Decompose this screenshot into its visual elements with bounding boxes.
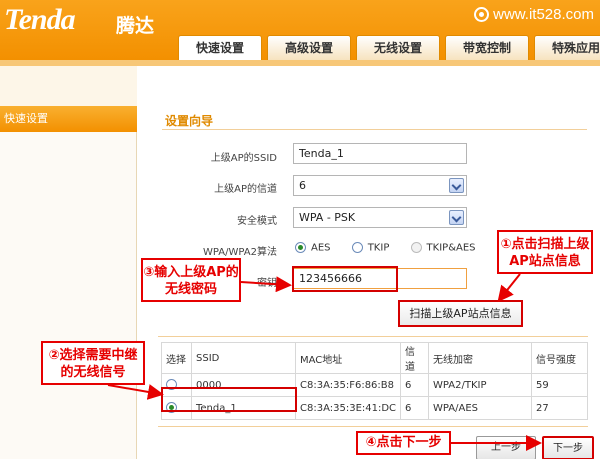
radio-icon[interactable] bbox=[351, 242, 363, 253]
col-encryption: 无线加密 bbox=[428, 342, 533, 374]
section-divider bbox=[162, 129, 587, 130]
row-signal: 27 bbox=[531, 396, 588, 420]
row-mac: C8:3A:35:F6:86:B8 bbox=[294, 373, 402, 397]
col-signal: 信号强度 bbox=[531, 342, 588, 374]
tab-bandwidth[interactable]: 带宽控制 bbox=[445, 35, 529, 60]
section-title: 设置向导 bbox=[165, 114, 214, 128]
annotation-next: ④点击下一步 bbox=[356, 431, 451, 455]
tab-advanced[interactable]: 高级设置 bbox=[267, 35, 351, 60]
row-signal: 59 bbox=[531, 373, 588, 397]
chevron-down-icon bbox=[449, 210, 464, 225]
scan-ap-button[interactable]: 扫描上级AP站点信息 bbox=[398, 300, 523, 327]
cipher-radio-group: AES TKIP TKIP&AES bbox=[295, 242, 494, 254]
row-channel: 6 bbox=[400, 373, 430, 397]
watermark-text: www.it528.com bbox=[493, 6, 594, 23]
cipher-option-tkip-aes[interactable]: TKIP&AES bbox=[410, 242, 476, 254]
watermark-icon bbox=[474, 7, 490, 22]
row-encryption: WPA2/TKIP bbox=[428, 373, 533, 397]
security-mode-value: WPA - PSK bbox=[299, 211, 356, 224]
channel-select-value: 6 bbox=[299, 179, 306, 192]
bottom-divider bbox=[158, 426, 588, 427]
col-mac: MAC地址 bbox=[294, 342, 402, 374]
tab-quick-setup[interactable]: 快速设置 bbox=[178, 35, 262, 60]
row-highlight-box bbox=[161, 387, 297, 412]
password-highlight-box bbox=[292, 266, 398, 292]
channel-label: 上级AP的信道 bbox=[214, 184, 277, 195]
annotation-select: ②选择需要中继的无线信号 bbox=[41, 341, 145, 385]
cipher-label: WPA/WPA2算法 bbox=[203, 247, 277, 258]
radio-disabled-icon[interactable] bbox=[410, 242, 422, 253]
header-bar: Tenda 腾达 www.it528.com 快速设置 高级设置 无线设置 带宽… bbox=[0, 0, 600, 60]
security-mode-label: 安全模式 bbox=[237, 216, 277, 227]
watermark: www.it528.com bbox=[474, 6, 594, 23]
col-ssid: SSID bbox=[191, 342, 296, 374]
ssid-input[interactable]: Tenda_1 bbox=[293, 143, 467, 164]
brand-logo: Tenda bbox=[4, 3, 76, 36]
table-divider bbox=[158, 336, 588, 337]
sidebar: 快速设置 bbox=[0, 66, 137, 459]
tab-wireless[interactable]: 无线设置 bbox=[356, 35, 440, 60]
col-channel: 信道 bbox=[400, 342, 430, 374]
cipher-option-tkip[interactable]: TKIP bbox=[351, 242, 389, 254]
annotation-scan: ①点击扫描上级AP站点信息 bbox=[497, 230, 593, 274]
channel-select[interactable]: 6 bbox=[293, 175, 467, 196]
row-encryption: WPA/AES bbox=[428, 396, 533, 420]
table-header-row: 选择 SSID MAC地址 信道 无线加密 信号强度 bbox=[161, 342, 588, 374]
col-select: 选择 bbox=[161, 342, 192, 374]
annotation-password: ③输入上级AP的无线密码 bbox=[141, 258, 241, 302]
brand-logo-cn: 腾达 bbox=[116, 15, 155, 37]
radio-selected-icon[interactable] bbox=[295, 242, 306, 253]
prev-step-button[interactable]: 上一步 bbox=[476, 436, 536, 459]
main-tabs: 快速设置 高级设置 无线设置 带宽控制 特殊应用 bbox=[178, 35, 600, 60]
tab-special[interactable]: 特殊应用 bbox=[534, 35, 600, 60]
security-mode-select[interactable]: WPA - PSK bbox=[293, 207, 467, 228]
sidebar-item-quick-setup[interactable]: 快速设置 bbox=[0, 106, 137, 132]
cipher-option-aes[interactable]: AES bbox=[295, 242, 331, 254]
row-channel: 6 bbox=[400, 396, 430, 420]
row-mac: C8:3A:35:3E:41:DC bbox=[294, 396, 402, 420]
ssid-label: 上级AP的SSID bbox=[210, 153, 277, 164]
sidebar-top bbox=[0, 66, 137, 106]
next-step-button[interactable]: 下一步 bbox=[542, 436, 594, 459]
chevron-down-icon bbox=[449, 178, 464, 193]
